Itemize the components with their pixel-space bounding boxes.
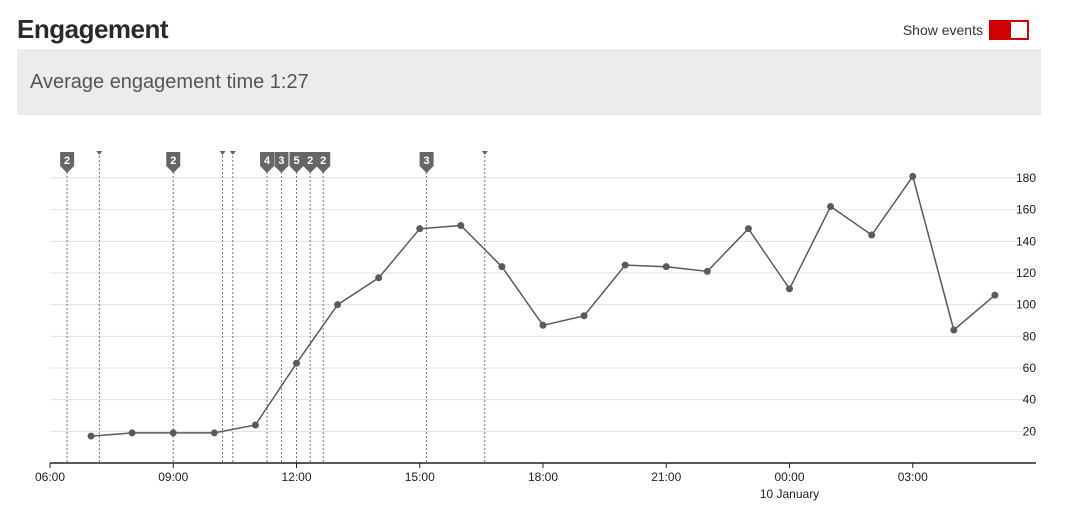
y-tick-label: 180 <box>1016 171 1036 185</box>
series-line <box>91 174 996 437</box>
event-count: 2 <box>307 155 313 167</box>
event-count: 3 <box>278 155 284 167</box>
data-point <box>539 321 547 329</box>
data-point <box>703 267 711 275</box>
x-tick-label: 00:00 <box>774 470 804 484</box>
data-point <box>498 263 506 271</box>
event-tick <box>219 151 226 155</box>
y-tick-label: 160 <box>1016 203 1036 217</box>
data-point <box>457 222 465 229</box>
grid-lines <box>50 177 1036 432</box>
data-point <box>950 326 958 334</box>
x-tick-label: 12:00 <box>281 470 311 484</box>
y-tick-label: 140 <box>1016 234 1036 248</box>
y-tick-label: 80 <box>1023 329 1037 343</box>
data-point <box>909 172 917 180</box>
event-tick <box>229 151 236 155</box>
y-axis: 20 40 60 80 100 120 140 160 180 <box>1016 171 1036 438</box>
x-tick-label: 21:00 <box>651 470 681 484</box>
y-tick-label: 60 <box>1023 361 1037 375</box>
data-point <box>416 225 424 233</box>
event-markers: 22435223 <box>60 151 488 463</box>
data-point <box>293 359 300 367</box>
data-point <box>169 429 177 437</box>
data-point <box>662 263 670 271</box>
data-point <box>580 312 588 320</box>
x-tick-label: 15:00 <box>405 470 435 484</box>
data-point <box>827 203 835 210</box>
data-point <box>786 285 793 293</box>
y-tick-label: 120 <box>1016 266 1036 280</box>
event-count: 2 <box>320 155 326 167</box>
data-point <box>375 274 383 282</box>
event-count: 2 <box>170 155 176 167</box>
data-point <box>334 301 342 309</box>
y-tick-label: 40 <box>1023 393 1037 407</box>
event-tick <box>96 151 103 155</box>
x-tick-label: 06:00 <box>35 470 65 484</box>
data-point <box>868 231 876 239</box>
data-point <box>991 291 999 299</box>
event-count: 4 <box>264 155 271 167</box>
event-count: 5 <box>293 155 299 167</box>
y-tick-label: 20 <box>1023 424 1037 438</box>
y-tick-label: 100 <box>1016 298 1036 312</box>
x-tick-label: 18:00 <box>528 470 558 484</box>
event-count: 2 <box>64 155 70 167</box>
data-point <box>210 429 218 437</box>
event-count: 3 <box>424 155 430 167</box>
data-point <box>128 429 136 437</box>
x-tick-sublabel: 10 January <box>760 487 819 501</box>
data-point <box>621 261 629 269</box>
data-point <box>87 432 95 440</box>
x-axis: 06:00 09:00 12:00 15:00 18:00 21:00 00:00 10 Ja… <box>35 462 1036 501</box>
event-tick <box>481 151 488 155</box>
data-point <box>251 421 259 429</box>
x-tick-label: 09:00 <box>158 470 188 484</box>
data-point <box>744 225 752 233</box>
engagement-chart: 22435223 06:00 09:00 12:00 15:00 18:00 21:00 0… <box>35 151 1036 501</box>
x-tick-label: 03:00 <box>898 470 928 484</box>
